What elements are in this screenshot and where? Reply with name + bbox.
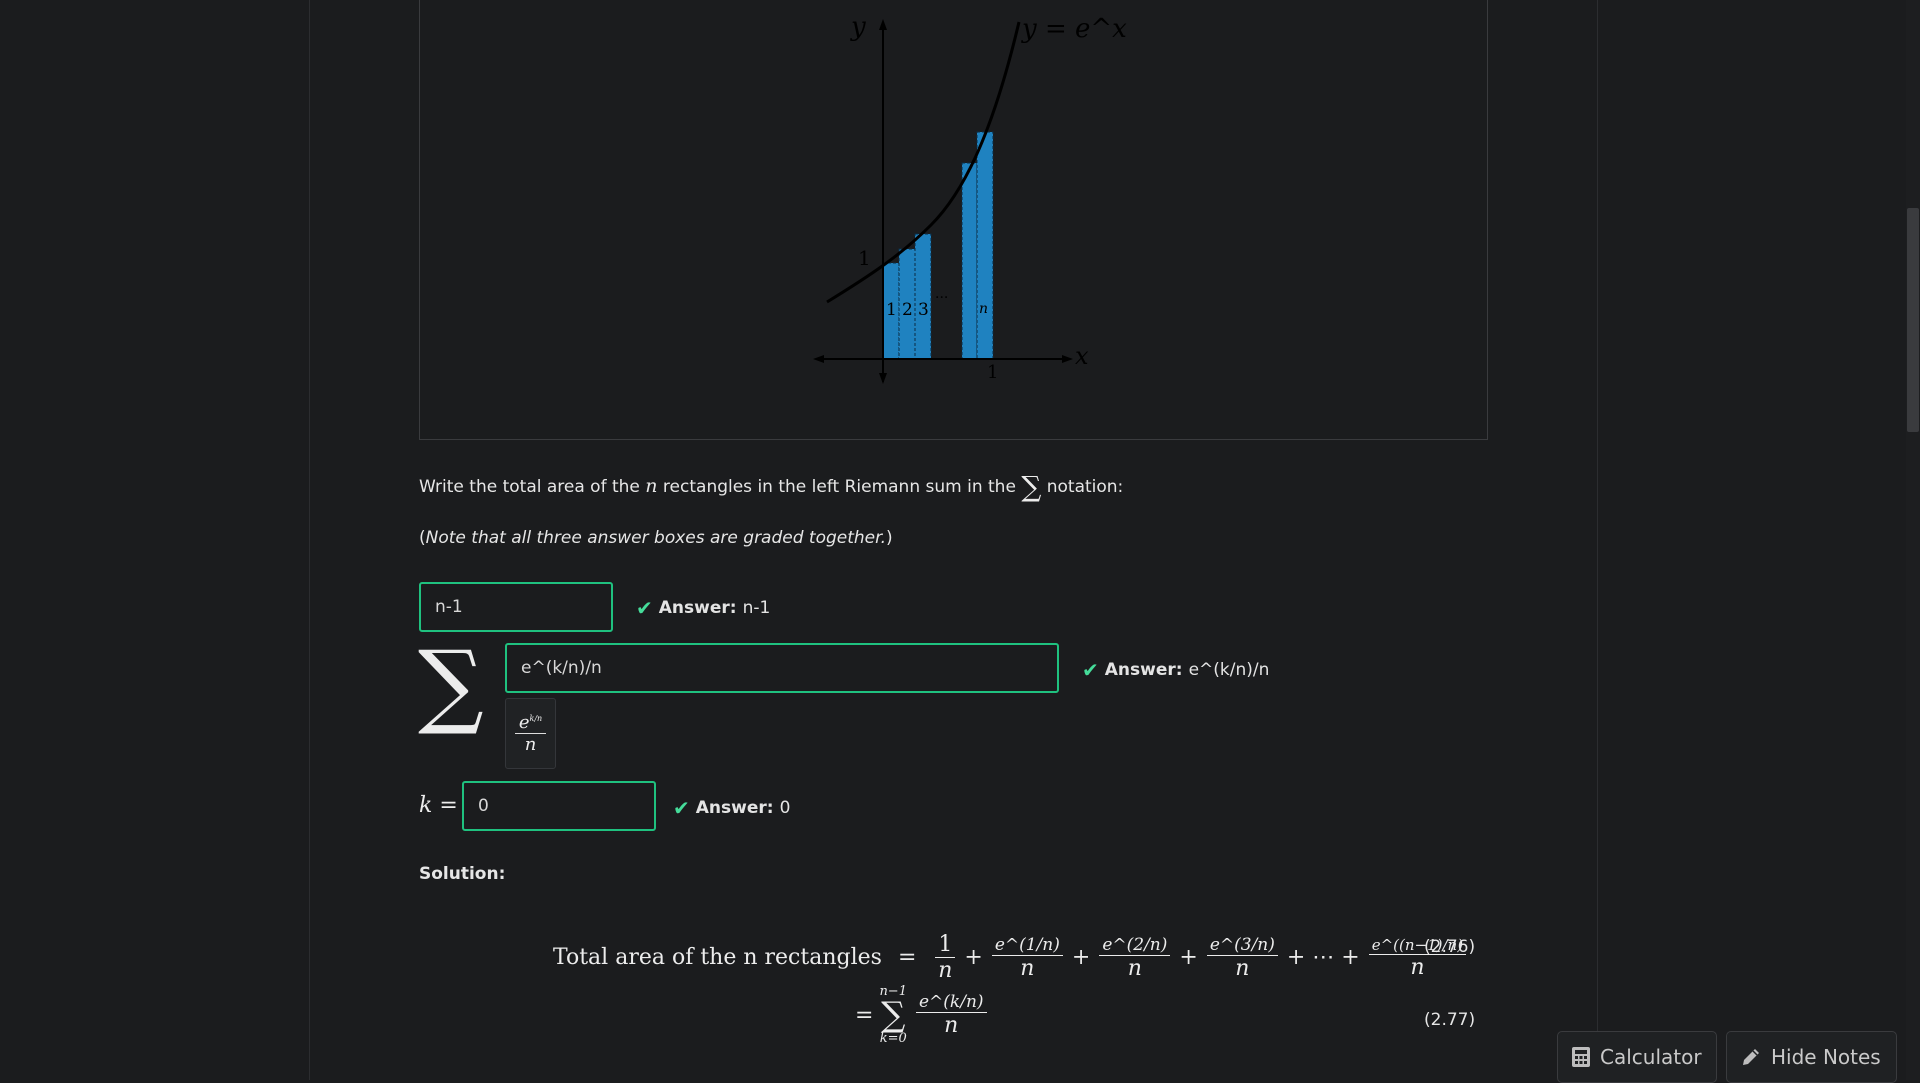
summand-input[interactable]: e^(k/n)/n: [505, 643, 1059, 693]
check-icon: ✔: [673, 796, 690, 820]
term-den: n: [944, 1013, 959, 1038]
solution-title: Solution:: [419, 864, 506, 884]
bar-label-2: 2: [902, 300, 913, 320]
ellipsis: + ⋯ +: [1286, 945, 1360, 970]
x-tick-1: 1: [987, 362, 999, 383]
hide-notes-button[interactable]: Hide Notes: [1726, 1031, 1897, 1083]
prompt-sigma: ∑: [1021, 470, 1042, 503]
preview-den: n: [524, 734, 537, 755]
pencil-icon: [1743, 1049, 1759, 1065]
sum-term: e^(k/n): [915, 992, 987, 1013]
prompt-after: notation:: [1041, 477, 1124, 497]
bar-n: [976, 131, 994, 360]
eq-sign: =: [897, 945, 917, 970]
eq-tag-2-76: (2.76): [1424, 937, 1476, 957]
preview-exp: k/n: [529, 714, 543, 723]
eq-lhs: Total area of the n rectangles: [553, 945, 882, 970]
math-preview: ek/n n: [505, 698, 556, 769]
calculator-icon: [1572, 1047, 1590, 1067]
scrollbar-thumb[interactable]: [1907, 208, 1919, 432]
note-body: Note that all three answer boxes are gra…: [425, 528, 886, 548]
prompt-text: Write the total area of the n rectangles…: [419, 470, 1123, 503]
term-1: e^(1/n): [991, 935, 1063, 956]
plus: +: [964, 945, 983, 970]
term-den: n: [1020, 955, 1035, 981]
scrollbar[interactable]: [1906, 0, 1920, 1080]
term-den: n: [1127, 955, 1142, 981]
calculator-button[interactable]: Calculator: [1557, 1031, 1717, 1083]
riemann-graph: [813, 19, 1073, 384]
bar-label-3: 3: [918, 300, 929, 320]
note-text: (Note that all three answer boxes are gr…: [419, 528, 893, 548]
bar-label-n: n: [979, 301, 989, 317]
note-close: ): [885, 528, 893, 548]
riemann-figure: y y = e^x x 1 1 1 2 3 ··· n: [419, 0, 1488, 440]
answer-value: 0: [779, 798, 791, 818]
term-2: e^(2/n): [1099, 935, 1171, 956]
answer-label: Answer:: [658, 598, 737, 618]
plus: +: [1179, 945, 1198, 970]
term-3: e^(3/n): [1206, 935, 1278, 956]
sum-sign: ∑: [881, 995, 906, 1035]
equation-2-77: = n−1 ∑ k=0 e^(k/n) n: [855, 985, 990, 1045]
calculator-label: Calculator: [1600, 1045, 1702, 1069]
answer-label: Answer:: [1104, 660, 1183, 680]
check-icon: ✔: [1082, 658, 1099, 682]
term-0: 1: [935, 932, 956, 958]
bar-dots: ···: [935, 290, 949, 306]
answer-feedback-upper: ✔ Answer: n-1: [636, 596, 770, 620]
eq-sign: =: [855, 1002, 874, 1028]
right-divider: [1597, 0, 1598, 1080]
answer-feedback-lower: ✔ Answer: 0: [673, 796, 790, 820]
hide-notes-label: Hide Notes: [1771, 1045, 1881, 1069]
y-tick-1: 1: [858, 246, 871, 270]
k-equals-label: k =: [419, 793, 458, 818]
plus: +: [1071, 945, 1091, 970]
prompt-n: n: [645, 475, 658, 497]
prompt-before: Write the total area of the: [419, 477, 646, 497]
x-axis-label: x: [1075, 342, 1089, 370]
prompt-middle: rectangles in the left Riemann sum in th…: [657, 477, 1022, 497]
lower-limit-input[interactable]: 0: [462, 781, 656, 831]
check-icon: ✔: [636, 596, 653, 620]
sum-lower: k=0: [879, 1031, 907, 1046]
bar-3: [914, 233, 932, 360]
answer-feedback-summand: ✔ Answer: e^(k/n)/n: [1082, 658, 1269, 682]
note-open: (: [419, 528, 426, 548]
sigma-symbol: ∑: [418, 631, 484, 738]
answer-value: e^(k/n)/n: [1188, 660, 1270, 680]
eq-tag-2-77: (2.77): [1424, 1010, 1476, 1030]
left-divider: [309, 0, 310, 1080]
answer-value: n-1: [742, 598, 771, 618]
answer-label: Answer:: [695, 798, 774, 818]
preview-base: e: [518, 712, 530, 733]
term-den: n: [938, 958, 953, 983]
bar-label-1: 1: [886, 300, 897, 320]
equation-2-76: Total area of the n rectangles = 1n + e^…: [553, 932, 1469, 983]
y-axis-label: y: [851, 12, 866, 42]
term-den: n: [1410, 954, 1425, 980]
term-den: n: [1235, 955, 1250, 981]
upper-limit-input[interactable]: n-1: [419, 582, 613, 632]
bar-n-1: [961, 162, 978, 360]
curve-label: y = e^x: [1022, 14, 1127, 44]
